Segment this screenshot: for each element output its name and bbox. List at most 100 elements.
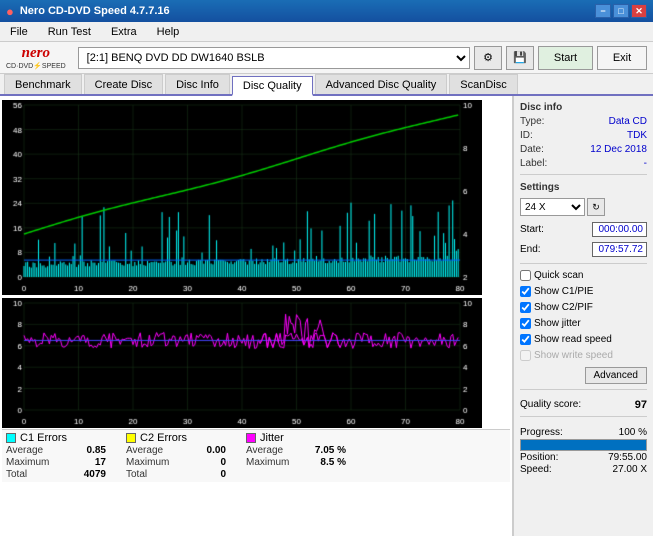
disc-label-row: Label: - bbox=[520, 158, 647, 169]
show-jitter-row: Show jitter bbox=[520, 318, 647, 329]
tab-advanced-disc-quality[interactable]: Advanced Disc Quality bbox=[315, 74, 448, 94]
position-row: Position: 79:55.00 bbox=[520, 452, 647, 463]
tab-scandisc[interactable]: ScanDisc bbox=[449, 74, 517, 94]
tab-create-disc[interactable]: Create Disc bbox=[84, 74, 163, 94]
title-bar-controls: − □ ✕ bbox=[595, 4, 647, 18]
show-write-speed-checkbox bbox=[520, 350, 531, 361]
title-bar: ● Nero CD-DVD Speed 4.7.7.16 − □ ✕ bbox=[0, 0, 653, 22]
id-row: ID: TDK bbox=[520, 130, 647, 141]
save-button[interactable]: 💾 bbox=[506, 46, 534, 70]
progress-bar-inner bbox=[521, 440, 646, 450]
c2-total-val: 0 bbox=[186, 469, 226, 480]
progress-section: Progress: 100 % Position: 79:55.00 Speed… bbox=[520, 426, 647, 476]
end-label: End: bbox=[520, 244, 541, 255]
menu-extra[interactable]: Extra bbox=[105, 24, 143, 40]
title-bar-text: Nero CD-DVD Speed 4.7.7.16 bbox=[20, 5, 170, 17]
progress-bar-outer bbox=[520, 439, 647, 451]
maximize-button[interactable]: □ bbox=[613, 4, 629, 18]
tab-disc-info[interactable]: Disc Info bbox=[165, 74, 230, 94]
show-c2-checkbox[interactable] bbox=[520, 302, 531, 313]
refresh-button[interactable]: ↻ bbox=[587, 198, 605, 216]
main-content: C1 Errors Average 0.85 Maximum 17 Total … bbox=[0, 96, 653, 536]
right-panel: Disc info Type: Data CD ID: TDK Date: 12… bbox=[513, 96, 653, 536]
toolbar: nero CD·DVD⚡SPEED [2:1] BENQ DVD DD DW16… bbox=[0, 42, 653, 74]
c1-stats: C1 Errors Average 0.85 Maximum 17 Total … bbox=[6, 432, 106, 480]
progress-val: 100 % bbox=[619, 427, 647, 438]
nero-logo-top: nero bbox=[22, 45, 50, 62]
date-label: Date: bbox=[520, 144, 544, 155]
stats-row: C1 Errors Average 0.85 Maximum 17 Total … bbox=[2, 429, 510, 482]
date-row: Date: 12 Dec 2018 bbox=[520, 144, 647, 155]
quick-scan-checkbox[interactable] bbox=[520, 270, 531, 281]
date-val: 12 Dec 2018 bbox=[590, 144, 647, 155]
c2-maximum-val: 0 bbox=[186, 457, 226, 468]
show-c1-label: Show C1/PIE bbox=[534, 286, 593, 297]
id-val: TDK bbox=[627, 130, 647, 141]
menu-file[interactable]: File bbox=[4, 24, 34, 40]
drive-select[interactable]: [2:1] BENQ DVD DD DW1640 BSLB bbox=[78, 47, 470, 69]
c1-color-box bbox=[6, 433, 16, 443]
options-button[interactable]: ⚙ bbox=[474, 46, 502, 70]
jitter-color-box bbox=[246, 433, 256, 443]
tab-disc-quality[interactable]: Disc Quality bbox=[232, 76, 313, 96]
menu-help[interactable]: Help bbox=[151, 24, 186, 40]
advanced-button[interactable]: Advanced bbox=[585, 367, 647, 384]
speed-val: 27.00 X bbox=[613, 464, 647, 475]
show-jitter-checkbox[interactable] bbox=[520, 318, 531, 329]
c1-total-label: Total bbox=[6, 469, 27, 480]
app-icon: ● bbox=[6, 4, 14, 19]
end-val: 079:57.72 bbox=[592, 242, 647, 257]
jitter-label: Jitter bbox=[260, 432, 284, 444]
menu-run-test[interactable]: Run Test bbox=[42, 24, 97, 40]
divider-3 bbox=[520, 389, 647, 390]
c2-label: C2 Errors bbox=[140, 432, 187, 444]
c2-total-label: Total bbox=[126, 469, 147, 480]
id-label: ID: bbox=[520, 130, 533, 141]
type-row: Type: Data CD bbox=[520, 116, 647, 127]
close-button[interactable]: ✕ bbox=[631, 4, 647, 18]
quality-label: Quality score: bbox=[520, 399, 581, 411]
tab-benchmark[interactable]: Benchmark bbox=[4, 74, 82, 94]
speed-row-prog: Speed: 27.00 X bbox=[520, 464, 647, 475]
nero-logo-bottom: CD·DVD⚡SPEED bbox=[6, 62, 66, 70]
type-val: Data CD bbox=[609, 116, 647, 127]
c1-label: C1 Errors bbox=[20, 432, 67, 444]
end-row: End: 079:57.72 bbox=[520, 242, 647, 257]
speed-row: 24 X ↻ bbox=[520, 198, 647, 216]
disc-label-key: Label: bbox=[520, 158, 547, 169]
show-c2-label: Show C2/PIF bbox=[534, 302, 593, 313]
settings-title: Settings bbox=[520, 182, 647, 193]
progress-row: Progress: 100 % bbox=[520, 427, 647, 438]
c1-maximum-val: 17 bbox=[66, 457, 106, 468]
disc-info-title: Disc info bbox=[520, 102, 647, 113]
show-read-speed-label: Show read speed bbox=[534, 334, 612, 345]
speed-select[interactable]: 24 X bbox=[520, 198, 585, 216]
jitter-average-val: 7.05 % bbox=[306, 445, 346, 456]
minimize-button[interactable]: − bbox=[595, 4, 611, 18]
menu-bar: File Run Test Extra Help bbox=[0, 22, 653, 42]
c1-maximum-label: Maximum bbox=[6, 457, 49, 468]
show-c1-checkbox[interactable] bbox=[520, 286, 531, 297]
progress-label: Progress: bbox=[520, 427, 563, 438]
quick-scan-label: Quick scan bbox=[534, 270, 583, 281]
start-val: 000:00.00 bbox=[592, 222, 647, 237]
position-label: Position: bbox=[520, 452, 558, 463]
disc-label-val: - bbox=[644, 158, 647, 169]
c2-average-label: Average bbox=[126, 445, 163, 456]
show-read-speed-checkbox[interactable] bbox=[520, 334, 531, 345]
show-c1-row: Show C1/PIE bbox=[520, 286, 647, 297]
c1-chart bbox=[2, 100, 482, 295]
start-label: Start: bbox=[520, 224, 544, 235]
start-button[interactable]: Start bbox=[538, 46, 593, 70]
chart-area: C1 Errors Average 0.85 Maximum 17 Total … bbox=[0, 96, 513, 536]
c1-average-val: 0.85 bbox=[66, 445, 106, 456]
show-write-speed-label: Show write speed bbox=[534, 350, 613, 361]
divider-2 bbox=[520, 263, 647, 264]
c1-total-val: 4079 bbox=[66, 469, 106, 480]
c2-stats: C2 Errors Average 0.00 Maximum 0 Total 0 bbox=[126, 432, 226, 480]
jitter-average-label: Average bbox=[246, 445, 283, 456]
start-row: Start: 000:00.00 bbox=[520, 222, 647, 237]
quick-scan-row: Quick scan bbox=[520, 270, 647, 281]
show-write-speed-row: Show write speed bbox=[520, 350, 647, 361]
exit-button[interactable]: Exit bbox=[597, 46, 647, 70]
